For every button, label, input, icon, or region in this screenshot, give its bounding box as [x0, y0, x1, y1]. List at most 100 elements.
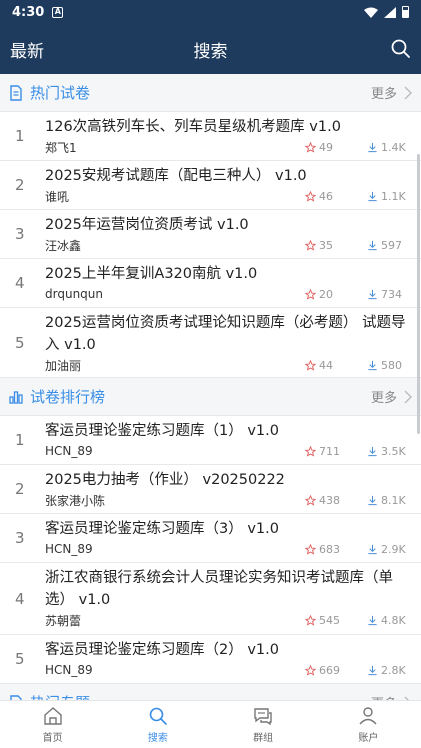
- user-icon: [359, 707, 377, 725]
- section-title: 热门专题: [30, 692, 90, 700]
- star-count: 669: [319, 663, 340, 677]
- star-icon: [305, 141, 316, 153]
- more-button[interactable]: 更多: [371, 387, 413, 406]
- item-author: HCN_89: [45, 444, 93, 458]
- section-title: 试卷排行榜: [30, 388, 106, 406]
- item-stars: 683: [305, 543, 367, 556]
- search-icon: [149, 707, 167, 725]
- latest-tab-button[interactable]: 最新: [10, 37, 44, 62]
- download-count: 3.5K: [381, 444, 406, 458]
- list-item[interactable]: 4 浙江农商银行系统会计人员理论实务知识考试题库（单选） v1.0 苏朝蕾 54…: [0, 563, 421, 635]
- bottom-tab-bar: 首页 搜索 群组 账户: [0, 700, 421, 748]
- rank-number: 2: [15, 480, 25, 498]
- list-item[interactable]: 1 126次高铁列车长、列车员星级机考题库 v1.0 郑飞1 49 1.4K: [0, 112, 421, 161]
- item-author: HCN_89: [45, 663, 93, 677]
- status-bar: 4:30 A: [0, 0, 421, 24]
- rank-number: 4: [15, 589, 25, 608]
- item-meta: HCN_89 683 2.9K: [45, 540, 407, 560]
- battery-icon: [402, 6, 409, 18]
- star-icon: [305, 288, 316, 300]
- more-button[interactable]: 更多: [371, 693, 413, 700]
- section-header-hot-papers: 热门试卷 更多: [0, 74, 421, 112]
- chevron-right-icon: [404, 86, 412, 99]
- tab-group[interactable]: 群组: [211, 701, 316, 748]
- download-count: 2.9K: [381, 542, 406, 556]
- item-title: 2025运营岗位资质考试理论知识题库（必考题） 试题导入 v1.0: [45, 315, 406, 353]
- main-content[interactable]: 热门试卷 更多 1 126次高铁列车长、列车员星级机考题库 v1.0 郑飞1 4…: [0, 74, 421, 700]
- item-title: 客运员理论鉴定练习题库（1） v1.0: [45, 423, 279, 439]
- search-icon[interactable]: [389, 37, 413, 61]
- download-count: 597: [381, 238, 402, 252]
- star-count: 49: [319, 140, 333, 154]
- download-count: 1.4K: [381, 140, 406, 154]
- item-author: drqunqun: [45, 287, 103, 301]
- list-item[interactable]: 5 2025运营岗位资质考试理论知识题库（必考题） 试题导入 v1.0 加油丽 …: [0, 308, 421, 378]
- list-item[interactable]: 5 客运员理论鉴定练习题库（2） v1.0 HCN_89 669 2.8K: [0, 635, 421, 684]
- home-icon: [43, 707, 62, 725]
- group-icon: [254, 708, 272, 726]
- list-item[interactable]: 3 2025年运营岗位资质考试 v1.0 汪冰鑫 35 597: [0, 210, 421, 259]
- item-meta: 张家港小陈 438 8.1K: [45, 491, 407, 511]
- rank-number: 3: [15, 529, 25, 547]
- download-count: 2.8K: [381, 663, 406, 677]
- item-author: HCN_89: [45, 542, 93, 556]
- rank-number: 5: [15, 650, 25, 668]
- star-count: 35: [319, 238, 333, 252]
- item-author: 苏朝蕾: [45, 613, 82, 628]
- item-stars: 35: [305, 239, 367, 252]
- download-icon: [368, 544, 377, 554]
- download-icon: [368, 142, 377, 152]
- item-stars: 545: [305, 614, 367, 627]
- section-header-ranking: 试卷排行榜 更多: [0, 378, 421, 416]
- item-stars: 46: [305, 190, 367, 203]
- item-meta: 苏朝蕾 545 4.8K: [45, 611, 407, 631]
- download-icon: [368, 240, 377, 250]
- item-title: 客运员理论鉴定练习题库（2） v1.0: [45, 642, 279, 658]
- document-icon: [10, 84, 22, 101]
- tab-search[interactable]: 搜索: [105, 701, 210, 748]
- star-count: 711: [319, 444, 340, 458]
- item-downloads: 1.1K: [367, 190, 407, 203]
- download-count: 734: [381, 287, 402, 301]
- list-item[interactable]: 2 2025电力抽考（作业） v20250222 张家港小陈 438 8.1K: [0, 465, 421, 514]
- star-icon: [305, 190, 316, 202]
- star-count: 438: [319, 493, 340, 507]
- more-label: 更多: [370, 87, 397, 102]
- more-label: 更多: [371, 693, 397, 700]
- tab-label: 首页: [42, 733, 63, 744]
- scrollbar[interactable]: [417, 154, 420, 434]
- item-meta: 谁吼 46 1.1K: [45, 187, 407, 207]
- item-downloads: 8.1K: [367, 494, 407, 507]
- star-icon: [305, 664, 316, 676]
- section-title: 热门试卷: [30, 84, 91, 102]
- item-meta: 汪冰鑫 35 597: [45, 236, 407, 256]
- star-icon: [305, 239, 316, 251]
- item-title: 2025上半年复训A320南航 v1.0: [45, 266, 258, 282]
- list-item[interactable]: 4 2025上半年复训A320南航 v1.0 drqunqun 20 734: [0, 259, 421, 308]
- status-time: 4:30: [12, 4, 45, 20]
- wifi-icon: [364, 7, 378, 18]
- page-title: 搜索: [193, 42, 228, 62]
- item-title: 2025安规考试题库（配电三种人） v1.0: [45, 168, 307, 184]
- tab-account[interactable]: 账户: [316, 701, 421, 748]
- item-author: 汪冰鑫: [45, 238, 82, 253]
- bar-chart-icon: [9, 390, 23, 404]
- item-title: 126次高铁列车长、列车员星级机考题库 v1.0: [45, 119, 341, 135]
- item-downloads: 2.8K: [367, 664, 407, 677]
- item-meta: HCN_89 669 2.8K: [45, 661, 407, 681]
- item-downloads: 597: [367, 239, 407, 252]
- item-title: 2025电力抽考（作业） v20250222: [45, 472, 285, 488]
- list-item[interactable]: 2 2025安规考试题库（配电三种人） v1.0 谁吼 46 1.1K: [0, 161, 421, 210]
- download-icon: [368, 191, 377, 201]
- item-stars: 44: [305, 359, 367, 372]
- more-button[interactable]: 更多: [371, 83, 413, 102]
- download-icon: [368, 360, 377, 370]
- tab-home[interactable]: 首页: [0, 701, 105, 748]
- notification-a-icon: A: [52, 6, 64, 18]
- section-header-hot-topics: 热门专题 更多: [0, 684, 421, 700]
- item-downloads: 580: [367, 359, 407, 372]
- item-title: 2025年运营岗位资质考试 v1.0: [45, 217, 249, 233]
- item-downloads: 1.4K: [367, 141, 407, 154]
- list-item[interactable]: 1 客运员理论鉴定练习题库（1） v1.0 HCN_89 711 3.5K: [0, 416, 421, 465]
- list-item[interactable]: 3 客运员理论鉴定练习题库（3） v1.0 HCN_89 683 2.9K: [0, 514, 421, 563]
